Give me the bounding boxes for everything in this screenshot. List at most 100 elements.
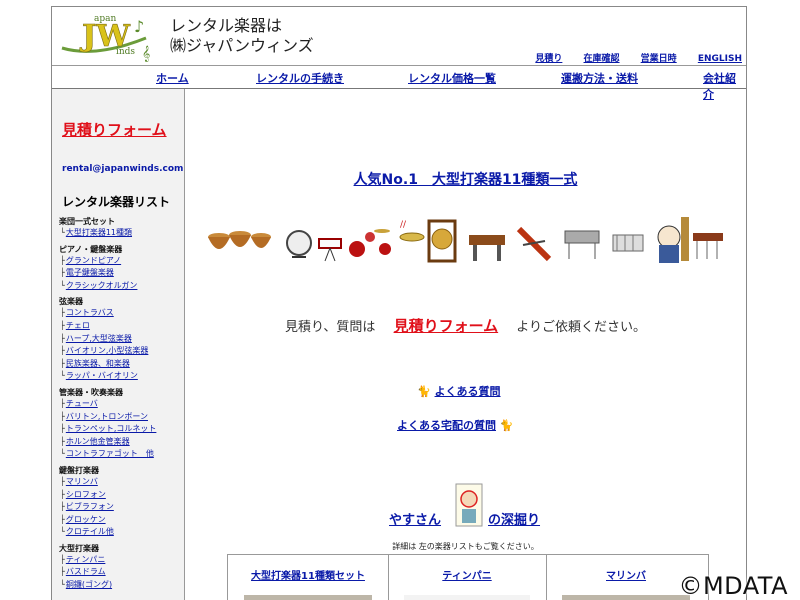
top-link-estimate[interactable]: 見積り (535, 54, 562, 64)
faq-link[interactable]: よくある質問 (435, 385, 501, 398)
sidebar-category: 弦楽器 (59, 297, 83, 307)
sidebar-item-link[interactable]: 銅鑼(ゴング) (66, 580, 112, 589)
company-line-1: レンタル楽器は (170, 16, 283, 35)
sidebar-item-link[interactable]: グロッケン (66, 515, 106, 524)
tubular-bells-icon (693, 233, 723, 259)
sidebar-item-link[interactable]: チューバ (66, 399, 98, 408)
site-header: JW apan inds ♪ 𝄞 レンタル楽器は ㈱ジャパンウィンズ 見積り 在… (52, 7, 746, 66)
cymbal-icon: // (399, 220, 425, 242)
sidebar-item-link[interactable]: ハープ,大型弦楽器 (66, 334, 132, 343)
sidebar-item: ├ハープ,大型弦楽器 (59, 333, 181, 346)
sidebar: 見積りフォーム rental@japanwinds.com レンタル楽器リスト … (52, 89, 185, 600)
nav-rental-procedure[interactable]: レンタルの手続き (256, 70, 344, 86)
sidebar-item-link[interactable]: クロテイル他 (66, 527, 114, 536)
sidebar-item: └大型打楽器11種類 (59, 227, 181, 240)
sidebar-item: └クロテイル他 (59, 526, 181, 539)
vibraphone-icon (564, 230, 600, 259)
sidebar-item-link[interactable]: コントラバス (66, 308, 114, 317)
feature-cards: 大型打楽器11種類セット ティンパニ マリンバ (227, 554, 709, 600)
sidebar-item: ├チューバ (59, 398, 181, 411)
main-nav: ホーム レンタルの手続き レンタル価格一覧 運搬方法・送料 会社紹介 (52, 66, 746, 101)
timpani-icon (208, 231, 271, 249)
tree-branch-icon: └ (60, 228, 65, 237)
nav-home[interactable]: ホーム (156, 70, 189, 86)
card-link-timpani[interactable]: ティンパニ (388, 567, 546, 582)
quote-form-link[interactable]: 見積りフォーム (394, 317, 499, 335)
sidebar-item: ├バイオリン,小型弦楽器 (59, 345, 181, 358)
svg-text:inds: inds (116, 47, 135, 57)
card-thumbnail[interactable] (562, 595, 690, 600)
tree-branch-icon: ├ (60, 398, 65, 408)
sidebar-item: ├ビブラフォン (59, 501, 181, 514)
tree-branch-icon: └ (60, 449, 65, 459)
sidebar-item-link[interactable]: ビブラフォン (66, 502, 114, 511)
nav-shipping[interactable]: 運搬方法・送料 (561, 70, 638, 86)
top-link-stock[interactable]: 在庫確認 (584, 54, 620, 64)
sidebar-item-link[interactable]: 大型打楽器11種類 (66, 228, 132, 237)
mascot-icon (657, 217, 689, 263)
sidebar-item-link[interactable]: バスドラム (66, 567, 106, 576)
japan-winds-logo[interactable]: JW apan inds ♪ 𝄞 (56, 10, 156, 62)
tree-branch-icon: ├ (60, 308, 65, 318)
nav-price-list[interactable]: レンタル価格一覧 (408, 70, 496, 86)
delivery-faq-row: よくある宅配の質問 🐈 (397, 417, 514, 433)
sidebar-quote-form-link[interactable]: 見積りフォーム (62, 119, 167, 140)
sidebar-item-link[interactable]: グランドピアノ (66, 256, 121, 265)
top-links: 見積り 在庫確認 営業日時 ENGLISH (517, 51, 742, 64)
delivery-faq-link[interactable]: よくある宅配の質問 (397, 419, 496, 432)
sidebar-item-link[interactable]: バイオリン,小型弦楽器 (66, 346, 149, 355)
instrument-list: 楽団一式セット └大型打楽器11種類 ピアノ・鍵盤楽器 ├グランドピアノ ├電子鍵盤楽器… (59, 212, 181, 592)
sidebar-item-link[interactable]: ティンパニ (66, 555, 106, 564)
svg-text:apan: apan (94, 14, 116, 24)
sidebar-item: ├バスドラム (59, 566, 181, 579)
sidebar-category: 管楽器・吹奏楽器 (59, 387, 123, 397)
tree-branch-icon: └ (60, 280, 65, 290)
sidebar-item: ├シロフォン (59, 489, 181, 502)
sidebar-item-link[interactable]: ホルン他金管楽器 (66, 437, 130, 446)
yasu-right-link[interactable]: の深掘り (488, 509, 540, 528)
tree-branch-icon: ├ (60, 554, 65, 564)
sidebar-item-link[interactable]: バリトン,トロンボーン (66, 412, 148, 421)
tree-branch-icon: ├ (60, 489, 65, 499)
sidebar-item-link[interactable]: トランペット,コルネット (66, 424, 157, 433)
sidebar-item: ├ホルン他金管楽器 (59, 436, 181, 449)
sidebar-email[interactable]: rental@japanwinds.com (62, 164, 183, 174)
headline: 人気No.1 大型打楽器11種類一式 (185, 169, 746, 189)
sidebar-item: ├チェロ (59, 320, 181, 333)
sidebar-item-link[interactable]: 民族楽器、和楽器 (66, 359, 130, 368)
tree-branch-icon: ├ (60, 476, 65, 486)
sidebar-item: ├バリトン,トロンボーン (59, 411, 181, 424)
percussion-set-illustration[interactable]: // (207, 215, 727, 265)
sidebar-item-link[interactable]: コントラファゴット 他 (66, 449, 154, 458)
tree-branch-icon: └ (60, 580, 65, 590)
sidebar-item-link[interactable]: ラッパ・バイオリン (66, 371, 138, 380)
sidebar-item: ├ティンパニ (59, 554, 181, 567)
card-percussion-set: 大型打楽器11種類セット (228, 555, 389, 600)
sidebar-item-link[interactable]: 電子鍵盤楽器 (66, 268, 114, 277)
card-thumbnail[interactable] (404, 595, 530, 600)
svg-text:♪: ♪ (134, 17, 144, 36)
sidebar-item-link[interactable]: マリンバ (66, 477, 98, 486)
sidebar-category: 鍵盤打楽器 (59, 465, 99, 475)
sidebar-item-link[interactable]: シロフォン (66, 490, 106, 499)
sidebar-item: ├民族楽器、和楽器 (59, 358, 181, 371)
top-link-hours[interactable]: 営業日時 (641, 54, 677, 64)
marimba-icon (469, 235, 505, 261)
inquiry-text: 見積り、質問は 見積りフォーム よりご依頼ください。 (185, 315, 746, 336)
card-thumbnail[interactable] (244, 595, 372, 600)
sidebar-item: └銅鑼(ゴング) (59, 579, 181, 592)
sidebar-item-link[interactable]: チェロ (66, 321, 90, 330)
main-content: 人気No.1 大型打楽器11種類一式 // 見積り、質問は 見積りフォーム より… (185, 89, 746, 600)
tree-branch-icon: ├ (60, 567, 65, 577)
sidebar-category: 楽団一式セット (59, 217, 115, 226)
sidebar-item: └コントラファゴット 他 (59, 448, 181, 461)
card-link-percussion-set[interactable]: 大型打楽器11種類セット (228, 567, 388, 582)
sidebar-item-link[interactable]: クラシックオルガン (66, 281, 138, 290)
tree-branch-icon: ├ (60, 502, 65, 512)
yasu-portrait-icon[interactable] (455, 483, 483, 527)
top-link-english[interactable]: ENGLISH (698, 54, 742, 64)
headline-link[interactable]: 人気No.1 大型打楽器11種類一式 (354, 172, 578, 188)
card-timpani: ティンパニ (388, 555, 547, 600)
tree-branch-icon: ├ (60, 333, 65, 343)
yasu-left-link[interactable]: やすさん (389, 509, 441, 528)
